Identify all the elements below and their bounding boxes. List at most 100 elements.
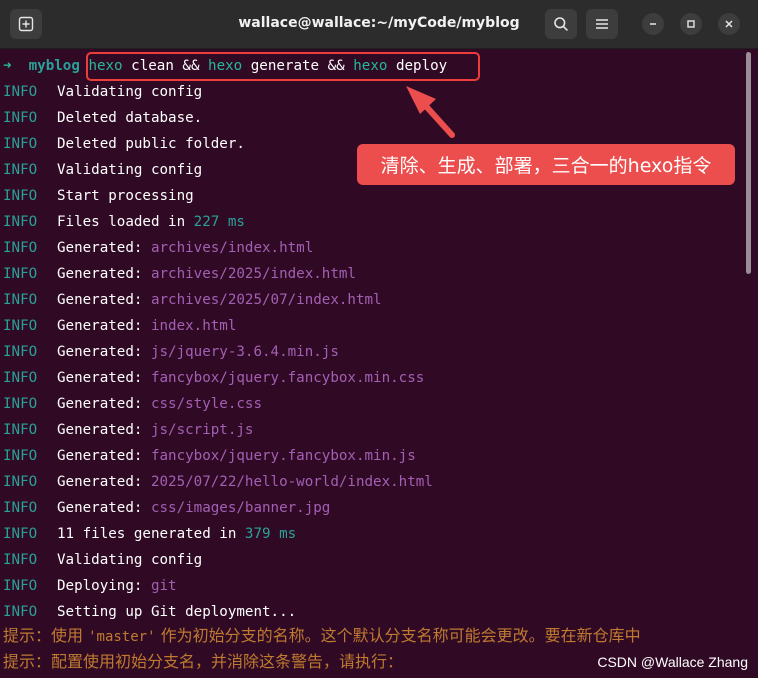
log-level: INFO [3, 396, 38, 412]
log-line: INFO Deleted public folder. [3, 131, 245, 157]
prompt-directory: myblog [28, 58, 80, 74]
log-level: INFO [3, 578, 38, 594]
log-line: INFO Generated: js/jquery-3.6.4.min.js [3, 339, 339, 365]
log-level: INFO [3, 214, 38, 230]
log-duration: 227 ms [193, 214, 245, 230]
log-line: INFO Deploying: git [3, 573, 177, 599]
hint-text: 提示：配置使用初始分支名，并消除这条警告，请执行： [3, 652, 404, 671]
log-path: css/style.css [150, 396, 263, 412]
menu-button[interactable] [586, 9, 618, 39]
log-path: fancybox/jquery.fancybox.min.js [150, 448, 416, 464]
log-level: INFO [3, 604, 38, 620]
log-message: Validating config [57, 552, 203, 568]
log-line: INFO Validating config [3, 79, 202, 105]
log-message: Generated: [57, 344, 151, 360]
log-line: INFO Validating config [3, 157, 202, 183]
log-line: INFO Generated: archives/index.html [3, 235, 313, 261]
log-level: INFO [3, 110, 38, 126]
annotation-callout: 清除、生成、部署，三合一的hexo指令 [357, 144, 735, 185]
log-path: js/script.js [150, 422, 254, 438]
log-level: INFO [3, 474, 38, 490]
log-message: Generated: [57, 396, 151, 412]
log-message: Validating config [57, 162, 203, 178]
search-icon [554, 17, 568, 31]
hamburger-menu-icon [596, 19, 608, 29]
maximize-icon [687, 20, 695, 28]
log-message: Generated: [57, 422, 151, 438]
log-level: INFO [3, 370, 38, 386]
log-level: INFO [3, 162, 38, 178]
log-message: Generated: [57, 318, 151, 334]
git-hint-line: 提示：使用 'master' 作为初始分支的名称。这个默认分支名称可能会更改。要… [3, 623, 641, 649]
log-path: css/images/banner.jpg [150, 500, 331, 516]
log-message: Generated: [57, 448, 151, 464]
log-message: Start processing [57, 188, 194, 204]
log-line: INFO Generated: index.html [3, 313, 236, 339]
log-message: Deleted public folder. [57, 136, 245, 152]
log-message: Setting up Git deployment... [57, 604, 297, 620]
hint-branch-name: 'master' [88, 629, 156, 645]
search-button[interactable] [545, 9, 577, 39]
log-line: INFO Deleted database. [3, 105, 202, 131]
log-message: Generated: [57, 370, 151, 386]
log-level: INFO [3, 84, 38, 100]
log-message: Deleted database. [57, 110, 203, 126]
log-message: Generated: [57, 474, 151, 490]
log-line: INFO Generated: fancybox/jquery.fancybox.… [3, 365, 424, 391]
log-path: fancybox/jquery.fancybox.min.css [150, 370, 425, 386]
log-line: INFO Validating config [3, 547, 202, 573]
log-line: INFO Generated: js/script.js [3, 417, 253, 443]
prompt-arrow: ➜ [3, 58, 12, 74]
minimize-icon [650, 23, 656, 25]
minimize-button[interactable] [642, 13, 664, 35]
log-line: INFO Generated: archives/2025/index.html [3, 261, 356, 287]
log-level: INFO [3, 318, 38, 334]
log-path: 2025/07/22/hello-world/index.html [150, 474, 433, 490]
log-message: Generated: [57, 240, 151, 256]
log-path: js/jquery-3.6.4.min.js [150, 344, 339, 360]
log-line: INFO Generated: css/style.css [3, 391, 262, 417]
log-line: INFO Generated: css/images/banner.jpg [3, 495, 330, 521]
log-message: Generated: [57, 266, 151, 282]
log-level: INFO [3, 448, 38, 464]
log-line: INFO Generated: archives/2025/07/index.ht… [3, 287, 382, 313]
log-level: INFO [3, 292, 38, 308]
log-message: Validating config [57, 84, 203, 100]
hint-text: 提示：使用 [3, 626, 89, 645]
title-bar: wallace@wallace:~/myCode/myblog [0, 0, 758, 49]
close-icon [725, 20, 733, 28]
log-path: archives/index.html [150, 240, 314, 256]
log-level: INFO [3, 344, 38, 360]
log-line: INFO Start processing [3, 183, 194, 209]
log-path: archives/2025/07/index.html [150, 292, 382, 308]
log-path: index.html [150, 318, 237, 334]
scrollbar-thumb[interactable] [746, 52, 751, 274]
log-line: INFO Files loaded in 227 ms [3, 209, 245, 235]
hint-text: 作为初始分支的名称。这个默认分支名称可能会更改。要在新仓库中 [155, 626, 641, 645]
log-level: INFO [3, 188, 38, 204]
log-line: INFO Generated: fancybox/jquery.fancybox.… [3, 443, 416, 469]
log-message: Generated: [57, 292, 151, 308]
log-message: Deploying: [57, 578, 151, 594]
log-level: INFO [3, 240, 38, 256]
log-line: INFO Generated: 2025/07/22/hello-world/in… [3, 469, 433, 495]
git-hint-line: 提示：配置使用初始分支名，并消除这条警告，请执行： [3, 649, 403, 675]
log-level: INFO [3, 136, 38, 152]
maximize-button[interactable] [680, 13, 702, 35]
log-level: INFO [3, 526, 38, 542]
log-level: INFO [3, 552, 38, 568]
watermark: CSDN @Wallace Zhang [597, 654, 748, 670]
log-path: archives/2025/index.html [150, 266, 356, 282]
log-level: INFO [3, 266, 38, 282]
log-message: Generated: [57, 500, 151, 516]
log-line: INFO 11 files generated in 379 ms [3, 521, 296, 547]
log-level: INFO [3, 422, 38, 438]
log-path: git [150, 578, 177, 594]
close-button[interactable] [718, 13, 740, 35]
log-line: INFO Setting up Git deployment... [3, 599, 296, 625]
log-message: Files loaded in [57, 214, 194, 230]
command-highlight-box [86, 52, 480, 81]
log-message: 11 files generated in [57, 526, 245, 542]
log-duration: 379 ms [244, 526, 297, 542]
log-level: INFO [3, 500, 38, 516]
